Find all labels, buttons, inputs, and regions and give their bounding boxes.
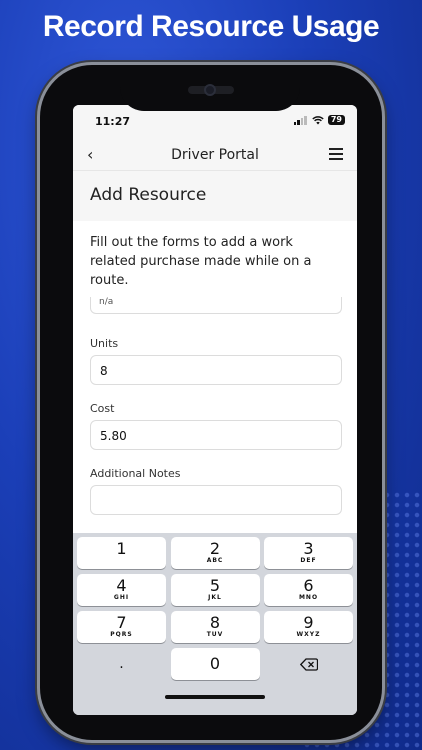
key-8[interactable]: 8 TUV <box>170 611 260 643</box>
key-5[interactable]: 5 JKL <box>170 574 260 606</box>
backspace-icon <box>299 657 318 671</box>
key-3[interactable]: 3 DEF <box>264 537 353 569</box>
home-indicator[interactable] <box>165 695 265 699</box>
intro-text: Fill out the forms to add a work related… <box>90 235 312 288</box>
hamburger-icon[interactable] <box>329 148 343 160</box>
cost-input[interactable]: 5.80 <box>90 420 342 450</box>
page-header: Add Resource <box>73 171 357 221</box>
key-0[interactable]: 0 <box>170 648 260 680</box>
status-time: 11:27 <box>95 115 131 128</box>
key-9[interactable]: 9 WXYZ <box>264 611 353 643</box>
keypad-row: 1 2 ABC 3 DEF <box>77 537 353 569</box>
nav-title: Driver Portal <box>171 147 259 163</box>
units-input[interactable]: 8 <box>90 355 342 385</box>
keypad-row: 7 PQRS 8 TUV 9 WXYZ <box>77 611 353 643</box>
page-title: Add Resource <box>90 185 207 205</box>
keypad-row: . 0 <box>77 648 353 680</box>
status-icons: 79 <box>293 115 345 125</box>
delete-key[interactable] <box>264 648 353 680</box>
key-6[interactable]: 6 MNO <box>264 574 353 606</box>
key-2[interactable]: 2 ABC <box>170 537 260 569</box>
keypad-row: 4 GHI 5 JKL 6 MNO <box>77 574 353 606</box>
key-7[interactable]: 7 PQRS <box>77 611 166 643</box>
notes-label: Additional Notes <box>90 467 181 480</box>
headline: Record Resource Usage <box>42 10 380 43</box>
key-decimal[interactable]: . <box>77 648 166 680</box>
partial-input-value: n/a <box>99 297 114 307</box>
battery-icon: 79 <box>327 115 345 125</box>
nav-bar: ‹ Driver Portal <box>73 139 357 171</box>
cost-label: Cost <box>90 402 115 415</box>
phone-screen: 11:27 79 ‹ Driver Portal Add Resource Fi… <box>73 105 357 715</box>
key-1[interactable]: 1 <box>77 537 166 569</box>
units-label: Units <box>90 337 119 350</box>
signal-icon <box>293 115 308 125</box>
notes-input[interactable] <box>90 485 342 515</box>
front-camera <box>204 84 216 96</box>
wifi-icon <box>312 115 324 124</box>
partial-input-field[interactable]: n/a <box>90 297 342 314</box>
phone-frame: 11:27 79 ‹ Driver Portal Add Resource Fi… <box>40 65 382 740</box>
key-4[interactable]: 4 GHI <box>77 574 166 606</box>
numeric-keypad: 1 2 ABC 3 DEF 4 GHI 5 JKL 6 MNO 7 PQRS 8 TUV 9W… <box>73 533 357 715</box>
